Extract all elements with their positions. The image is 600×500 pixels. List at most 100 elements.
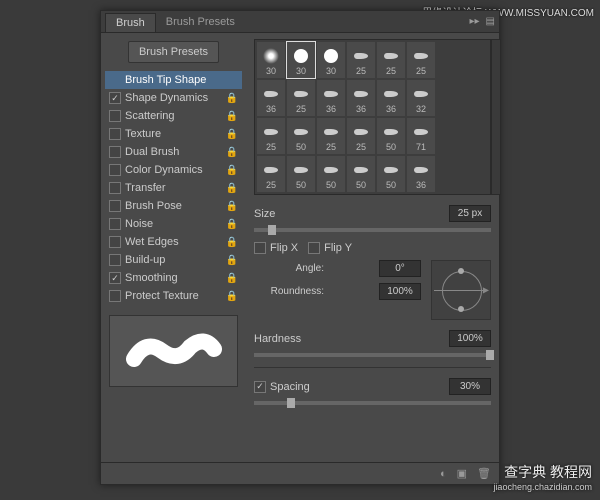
brush-tip[interactable]: 50	[347, 156, 375, 192]
tip-size-label: 25	[326, 142, 336, 152]
sidebar-item-protect-texture[interactable]: Protect Texture 🔒	[105, 287, 242, 305]
brush-tip[interactable]: 71	[407, 118, 435, 154]
brush-tip[interactable]: 50	[377, 118, 405, 154]
checkbox-icon[interactable]	[109, 110, 121, 122]
brush-tip[interactable]: 25	[347, 118, 375, 154]
hardness-slider[interactable]	[254, 353, 491, 357]
sidebar-item-build-up[interactable]: Build-up 🔒	[105, 251, 242, 269]
brush-tip[interactable]: 36	[377, 80, 405, 116]
checkbox-icon[interactable]	[109, 218, 121, 230]
checkbox-icon[interactable]	[109, 92, 121, 104]
lock-icon[interactable]: 🔒	[226, 129, 238, 140]
sidebar-item-transfer[interactable]: Transfer🔒	[105, 179, 242, 197]
lock-icon[interactable]: 🔒	[226, 93, 238, 104]
brush-tip[interactable]: 25	[317, 118, 345, 154]
sidebar-item-shape-dynamics[interactable]: Shape Dynamics🔒	[105, 89, 242, 107]
tip-size-label: 71	[416, 142, 426, 152]
lock-icon[interactable]: 🔒	[226, 201, 238, 212]
sidebar-item-label: Color Dynamics	[125, 164, 203, 176]
angle-compass[interactable]: ▶	[431, 260, 491, 320]
brush-tip[interactable]: 25	[377, 42, 405, 78]
lock-icon[interactable]: 🔒	[226, 147, 238, 158]
brush-tip-grid: 3030302525253625363636322550252550712550…	[254, 39, 491, 195]
tip-size-label: 36	[356, 104, 366, 114]
brush-tip[interactable]: 50	[287, 156, 315, 192]
checkbox-icon[interactable]	[109, 272, 121, 284]
lock-icon[interactable]: 🔒	[226, 273, 238, 284]
scrollbar[interactable]	[491, 39, 501, 195]
sidebar-item-label: Noise	[125, 218, 153, 230]
brush-tip[interactable]: 50	[317, 156, 345, 192]
angle-label: Angle:	[254, 263, 324, 274]
brush-tip[interactable]: 25	[347, 42, 375, 78]
checkbox-icon[interactable]	[109, 146, 121, 158]
sidebar-item-label: Scattering	[125, 110, 175, 122]
checkbox-icon[interactable]	[109, 200, 121, 212]
size-label: Size	[254, 208, 275, 220]
sidebar-item-label: Smoothing	[125, 272, 178, 284]
brush-tip[interactable]: 50	[377, 156, 405, 192]
sidebar-item-brush-tip-shape[interactable]: Brush Tip Shape	[105, 71, 242, 89]
brush-tip[interactable]: 30	[317, 42, 345, 78]
lock-icon[interactable]: 🔒	[226, 291, 238, 302]
checkbox-icon[interactable]	[109, 182, 121, 194]
sidebar-item-label: Wet Edges	[125, 236, 179, 248]
brush-tip[interactable]: 36	[407, 156, 435, 192]
lock-icon[interactable]: 🔒	[226, 255, 238, 266]
spacing-value[interactable]: 30%	[449, 378, 491, 395]
menu-icon[interactable]: ▤	[486, 16, 495, 27]
sidebar-item-scattering[interactable]: Scattering 🔒	[105, 107, 242, 125]
checkbox-icon[interactable]	[109, 290, 121, 302]
sidebar-item-label: Build-up	[125, 254, 165, 266]
brush-tip[interactable]: 36	[347, 80, 375, 116]
sidebar-item-dual-brush[interactable]: Dual Brush🔒	[105, 143, 242, 161]
lock-icon[interactable]: 🔒	[226, 165, 238, 176]
checkbox-icon[interactable]	[109, 128, 121, 140]
tip-size-label: 25	[296, 104, 306, 114]
spacing-slider[interactable]	[254, 401, 491, 405]
flip-y-checkbox[interactable]: Flip Y	[308, 242, 352, 254]
brush-preview	[109, 315, 238, 387]
brush-tip[interactable]: 30	[257, 42, 285, 78]
sidebar-item-texture[interactable]: Texture🔒	[105, 125, 242, 143]
sidebar-item-label: Protect Texture	[125, 290, 199, 302]
brush-tip[interactable]: 50	[287, 118, 315, 154]
toggle-icon[interactable]: ◐	[440, 468, 447, 480]
size-value[interactable]: 25 px	[449, 205, 491, 222]
tip-size-label: 50	[326, 180, 336, 190]
tip-size-label: 50	[296, 142, 306, 152]
brush-tip[interactable]: 36	[317, 80, 345, 116]
checkbox-icon[interactable]	[109, 236, 121, 248]
sidebar-item-brush-pose[interactable]: Brush Pose🔒	[105, 197, 242, 215]
checkbox-icon[interactable]	[109, 164, 121, 176]
lock-icon[interactable]: 🔒	[226, 219, 238, 230]
brush-tip[interactable]: 25	[287, 80, 315, 116]
brush-tip[interactable]: 25	[407, 42, 435, 78]
lock-icon[interactable]: 🔒	[226, 237, 238, 248]
sidebar-item-smoothing[interactable]: Smoothing 🔒	[105, 269, 242, 287]
trash-icon[interactable]: 🗑	[477, 467, 491, 480]
brush-tip[interactable]: 30	[287, 42, 315, 78]
hardness-value[interactable]: 100%	[449, 330, 491, 347]
size-slider[interactable]	[254, 228, 491, 232]
brush-tip[interactable]: 25	[257, 156, 285, 192]
tab-brush-presets[interactable]: Brush Presets	[156, 13, 245, 31]
brush-tip[interactable]: 32	[407, 80, 435, 116]
tip-size-label: 36	[326, 104, 336, 114]
lock-icon[interactable]: 🔒	[226, 183, 238, 194]
roundness-value[interactable]: 100%	[379, 283, 421, 300]
brush-presets-button[interactable]: Brush Presets	[128, 41, 219, 63]
checkbox-icon[interactable]	[109, 254, 121, 266]
sidebar-item-wet-edges[interactable]: Wet Edges 🔒	[105, 233, 242, 251]
sidebar-item-noise[interactable]: Noise 🔒	[105, 215, 242, 233]
expand-icon[interactable]: ▸▸	[470, 16, 480, 27]
flip-x-checkbox[interactable]: Flip X	[254, 242, 298, 254]
brush-tip[interactable]: 36	[257, 80, 285, 116]
sidebar-item-color-dynamics[interactable]: Color Dynamics 🔒	[105, 161, 242, 179]
new-icon[interactable]: ▣	[457, 467, 467, 480]
tab-brush[interactable]: Brush	[105, 13, 156, 32]
lock-icon[interactable]: 🔒	[226, 111, 238, 122]
brush-tip[interactable]: 25	[257, 118, 285, 154]
spacing-checkbox[interactable]: Spacing	[254, 381, 310, 393]
angle-value[interactable]: 0°	[379, 260, 421, 277]
